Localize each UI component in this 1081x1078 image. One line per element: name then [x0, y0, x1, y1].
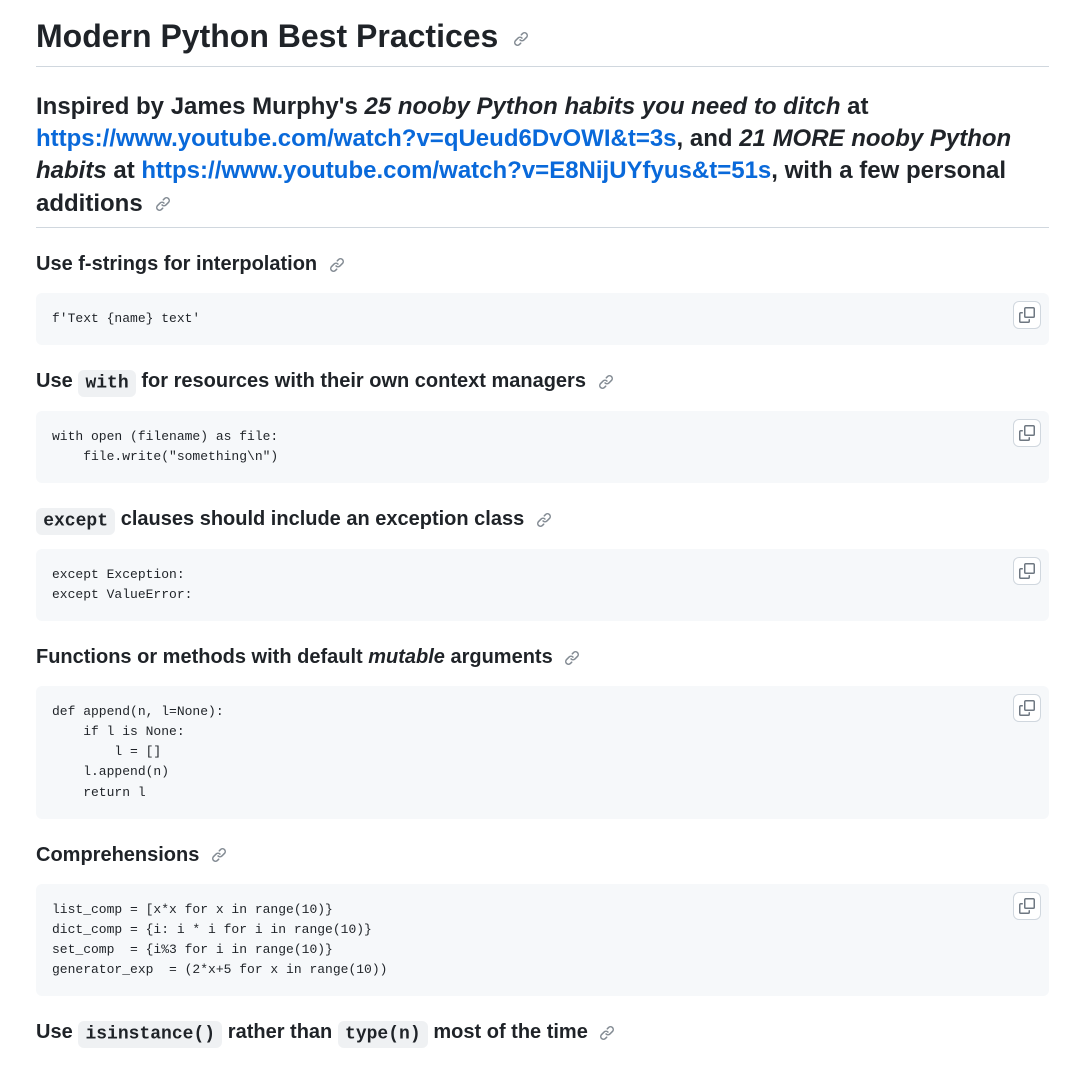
document-root: Modern Python Best Practices Inspired by… [0, 0, 1081, 1078]
code-content: except Exception: except ValueError: [52, 565, 1033, 605]
anchor-link-mutable-default[interactable] [564, 650, 580, 666]
copy-button[interactable] [1013, 694, 1041, 722]
heading-text: for resources with their own context man… [136, 370, 586, 392]
anchor-link-fstrings[interactable] [329, 257, 345, 273]
heading-text: clauses should include an exception clas… [115, 508, 524, 530]
link-icon [599, 1025, 615, 1041]
subtitle-text: Inspired by James Murphy's [36, 93, 364, 120]
anchor-link-isinstance[interactable] [599, 1025, 615, 1041]
copy-icon [1019, 307, 1035, 323]
anchor-link-subtitle[interactable] [155, 196, 171, 212]
copy-icon [1019, 425, 1035, 441]
link-icon [536, 512, 552, 528]
inline-code-type: type(n) [338, 1021, 428, 1048]
heading-text: Functions or methods with default [36, 646, 368, 668]
copy-button[interactable] [1013, 892, 1041, 920]
heading-text: arguments [445, 646, 553, 668]
inline-code-except: except [36, 508, 115, 535]
code-content: with open (filename) as file: file.write… [52, 427, 1033, 467]
youtube-link-2[interactable]: https://www.youtube.com/watch?v=E8NijUYf… [141, 157, 771, 184]
copy-button[interactable] [1013, 301, 1041, 329]
anchor-link-comprehensions[interactable] [211, 847, 227, 863]
inline-code-with: with [78, 370, 136, 397]
subtitle-text: , and [677, 125, 740, 152]
heading-text: Comprehensions [36, 844, 199, 866]
heading-text: most of the time [428, 1021, 588, 1043]
subtitle-em-1: 25 nooby Python habits you need to ditch [364, 93, 840, 120]
heading-text: Use f-strings for interpolation [36, 253, 317, 275]
link-icon [598, 374, 614, 390]
copy-icon [1019, 700, 1035, 716]
code-content: def append(n, l=None): if l is None: l =… [52, 702, 1033, 803]
heading-isinstance: Use isinstance() rather than type(n) mos… [36, 1020, 1049, 1046]
youtube-link-1[interactable]: https://www.youtube.com/watch?v=qUeud6Dv… [36, 125, 677, 152]
link-icon [155, 196, 171, 212]
link-icon [564, 650, 580, 666]
heading-text: Use [36, 1021, 78, 1043]
anchor-link-with[interactable] [598, 374, 614, 390]
code-content: f'Text {name} text' [52, 309, 1033, 329]
anchor-link-except[interactable] [536, 512, 552, 528]
page-title-text: Modern Python Best Practices [36, 18, 498, 54]
copy-button[interactable] [1013, 557, 1041, 585]
heading-em: mutable [368, 646, 445, 668]
page-title: Modern Python Best Practices [36, 16, 1049, 67]
code-block-fstrings: f'Text {name} text' [36, 293, 1049, 345]
copy-button[interactable] [1013, 419, 1041, 447]
copy-icon [1019, 898, 1035, 914]
anchor-link-title[interactable] [513, 31, 529, 47]
heading-comprehensions: Comprehensions [36, 843, 1049, 868]
code-block-except: except Exception: except ValueError: [36, 549, 1049, 621]
link-icon [513, 31, 529, 47]
subtitle-text: at [107, 157, 142, 184]
copy-icon [1019, 563, 1035, 579]
heading-except: except clauses should include an excepti… [36, 507, 1049, 533]
heading-with: Use with for resources with their own co… [36, 369, 1049, 395]
code-block-comprehensions: list_comp = [x*x for x in range(10)} dic… [36, 884, 1049, 997]
subtitle-text: at [841, 93, 869, 120]
subtitle: Inspired by James Murphy's 25 nooby Pyth… [36, 91, 1049, 229]
heading-mutable-default: Functions or methods with default mutabl… [36, 645, 1049, 670]
heading-text: rather than [222, 1021, 338, 1043]
link-icon [329, 257, 345, 273]
code-block-with: with open (filename) as file: file.write… [36, 411, 1049, 483]
link-icon [211, 847, 227, 863]
heading-text: Use [36, 370, 78, 392]
heading-fstrings: Use f-strings for interpolation [36, 252, 1049, 277]
code-block-mutable-default: def append(n, l=None): if l is None: l =… [36, 686, 1049, 819]
code-content: list_comp = [x*x for x in range(10)} dic… [52, 900, 1033, 981]
inline-code-isinstance: isinstance() [78, 1021, 222, 1048]
